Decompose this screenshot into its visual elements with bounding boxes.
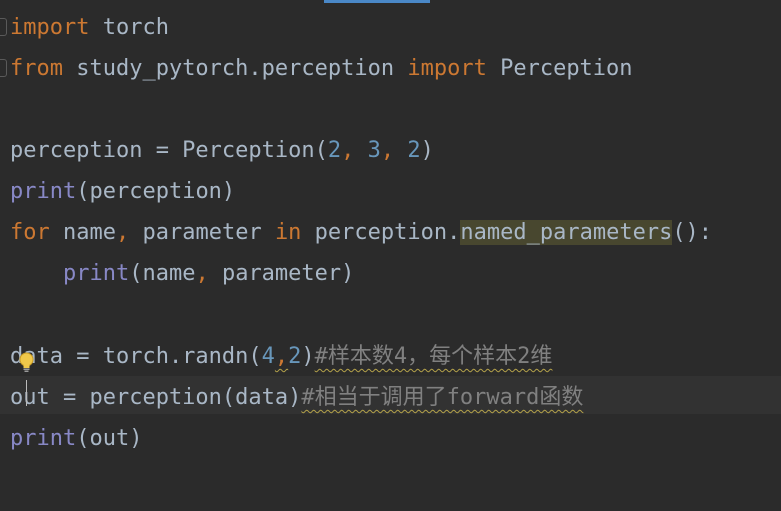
builtin-function: print bbox=[62, 261, 130, 286]
fold-marker-icon[interactable] bbox=[0, 59, 7, 77]
number-literal: 4 bbox=[261, 344, 275, 369]
code-text: (): bbox=[672, 220, 713, 245]
code-line-1[interactable]: import torch bbox=[10, 7, 169, 48]
method-usage-highlight: named_parameters bbox=[460, 220, 673, 245]
code-text: ) bbox=[301, 344, 315, 369]
code-text: (out) bbox=[76, 426, 143, 451]
builtin-function: print bbox=[10, 179, 77, 204]
code-line-9[interactable]: data = torch.randn(4,2)#样本数4，每个样本2维 bbox=[10, 336, 552, 377]
code-line-4[interactable]: perception = Perception(2, 3, 2) bbox=[10, 130, 434, 171]
number-literal: 2 bbox=[288, 344, 302, 369]
code-text: perception. bbox=[301, 220, 461, 245]
code-text: data = torch.randn( bbox=[10, 344, 262, 369]
code-line-7[interactable]: print(name, parameter) bbox=[10, 253, 354, 294]
code-text: (perception) bbox=[76, 179, 236, 204]
comma: , bbox=[115, 220, 130, 245]
code-text: torch bbox=[89, 15, 169, 40]
keyword: import bbox=[10, 15, 90, 40]
code-text: Perception bbox=[486, 56, 633, 81]
builtin-function: print bbox=[10, 426, 77, 451]
code-text: name bbox=[49, 220, 116, 245]
number-literal: 2 bbox=[327, 138, 342, 163]
code-text: ) bbox=[420, 138, 434, 163]
code-text: perception = Perception( bbox=[10, 138, 328, 163]
text-caret bbox=[26, 380, 27, 406]
code-line-5[interactable]: print(perception) bbox=[10, 171, 235, 212]
code-text: parameter bbox=[129, 220, 275, 245]
code-text: study_pytorch.perception bbox=[62, 56, 408, 81]
code-comment: #相当于调用了forward函数 bbox=[301, 385, 584, 410]
code-editor[interactable]: import torch from study_pytorch.percepti… bbox=[0, 0, 781, 511]
keyword: for bbox=[10, 220, 50, 245]
fold-marker-icon[interactable] bbox=[0, 18, 7, 36]
code-line-11[interactable]: print(out) bbox=[10, 418, 142, 459]
comma: , bbox=[380, 138, 408, 163]
number-literal: 3 bbox=[367, 138, 381, 163]
keyword: import bbox=[407, 56, 487, 81]
comma: , bbox=[341, 138, 368, 163]
keyword: from bbox=[10, 56, 63, 81]
code-line-10[interactable]: out = perception(data)#相当于调用了forward函数 bbox=[10, 377, 583, 418]
lightbulb-icon[interactable] bbox=[19, 352, 34, 374]
comma: , bbox=[195, 261, 209, 286]
code-text: (name bbox=[129, 261, 196, 286]
comma: , bbox=[274, 344, 289, 369]
keyword: in bbox=[274, 220, 302, 245]
number-literal: 2 bbox=[407, 138, 421, 163]
code-text: parameter) bbox=[208, 261, 355, 286]
code-comment: #样本数4，每个样本2维 bbox=[314, 344, 553, 369]
code-line-2[interactable]: from study_pytorch.perception import Per… bbox=[10, 48, 633, 89]
code-text: out = perception(data) bbox=[10, 385, 302, 410]
code-line-6[interactable]: for name, parameter in perception.named_… bbox=[10, 212, 712, 253]
